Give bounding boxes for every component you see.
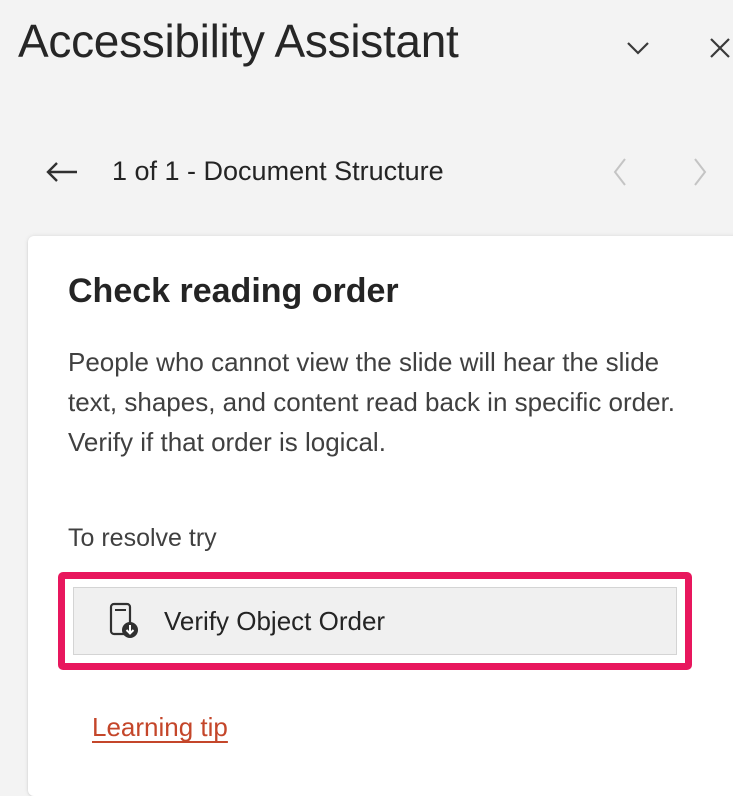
pane-title: Accessibility Assistant bbox=[18, 15, 459, 67]
arrow-left-icon bbox=[46, 162, 77, 182]
next-issue-button[interactable] bbox=[680, 150, 720, 194]
close-pane-button[interactable] bbox=[700, 28, 733, 68]
verify-object-order-icon bbox=[106, 601, 142, 641]
verify-object-order-label: Verify Object Order bbox=[164, 605, 386, 636]
highlight-annotation: Verify Object Order bbox=[58, 572, 692, 670]
chevron-right-icon bbox=[694, 158, 707, 186]
chevron-down-icon bbox=[627, 42, 649, 55]
resolve-label: To resolve try bbox=[68, 524, 217, 552]
close-icon bbox=[710, 38, 730, 58]
issue-card: Check reading order People who cannot vi… bbox=[28, 236, 733, 796]
issue-position-label: 1 of 1 - Document Structure bbox=[112, 156, 444, 186]
verify-object-order-button[interactable]: Verify Object Order bbox=[73, 587, 677, 655]
collapse-pane-button[interactable] bbox=[618, 28, 658, 68]
learning-tip-link[interactable]: Learning tip bbox=[92, 712, 228, 743]
chevron-left-icon bbox=[613, 158, 626, 186]
issue-heading: Check reading order bbox=[68, 272, 399, 310]
previous-issue-button[interactable] bbox=[600, 150, 640, 194]
back-button[interactable] bbox=[40, 150, 84, 194]
issue-description: People who cannot view the slide will he… bbox=[68, 347, 676, 457]
